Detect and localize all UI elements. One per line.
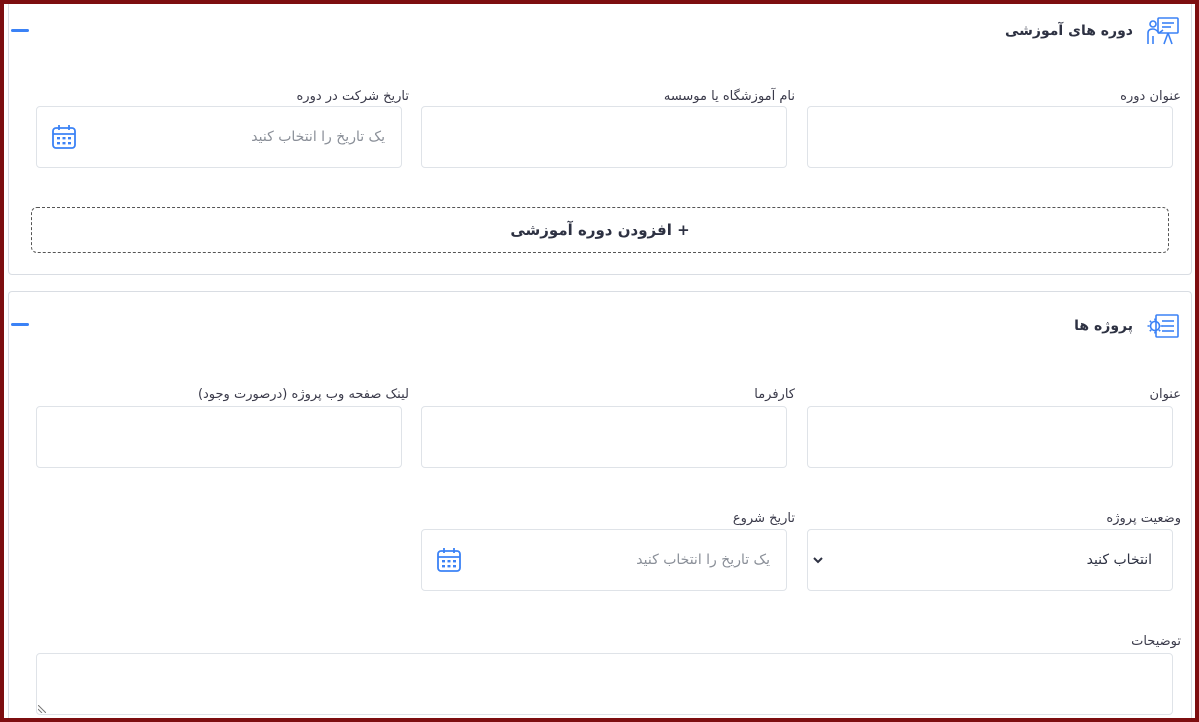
project-status-value: انتخاب کنید <box>1086 552 1152 568</box>
course-date-label: تاریخ شرکت در دوره <box>296 89 409 104</box>
project-link-label: لینک صفحه وب پروژه (درصورت وجود) <box>197 387 409 402</box>
description-label: توضیحات <box>1131 634 1181 649</box>
institute-input[interactable] <box>421 106 787 168</box>
start-date-picker[interactable]: یک تاریخ را انتخاب کنید <box>421 529 787 591</box>
course-date-picker[interactable]: یک تاریخ را انتخاب کنید <box>36 106 402 168</box>
courses-header: دوره های آموزشی <box>1005 15 1181 47</box>
page-frame: دوره های آموزشی عنوان دوره نام آموزشگاه … <box>4 4 1195 718</box>
courses-card: دوره های آموزشی عنوان دوره نام آموزشگاه … <box>8 4 1192 275</box>
start-date-placeholder: یک تاریخ را انتخاب کنید <box>636 552 770 568</box>
project-status-label: وضعیت پروژه <box>1106 511 1181 526</box>
collapse-projects-button[interactable] <box>11 323 29 326</box>
project-link-input[interactable] <box>36 406 402 468</box>
collapse-courses-button[interactable] <box>11 29 29 32</box>
calendar-icon[interactable] <box>51 124 77 150</box>
project-gear-icon <box>1145 310 1181 342</box>
project-title-input[interactable] <box>807 406 1173 468</box>
employer-input[interactable] <box>421 406 787 468</box>
resize-handle-icon[interactable] <box>38 705 46 713</box>
institute-label: نام آموزشگاه یا موسسه <box>663 89 795 104</box>
presentation-icon <box>1145 15 1181 47</box>
description-textarea[interactable] <box>36 653 1173 715</box>
project-status-select[interactable]: انتخاب کنید <box>807 529 1173 591</box>
add-course-button[interactable]: + افزودن دوره آموزشی <box>31 207 1169 253</box>
course-title-label: عنوان دوره <box>1120 89 1181 104</box>
course-title-input[interactable] <box>807 106 1173 168</box>
employer-label: کارفرما <box>754 387 795 402</box>
projects-title: پروژه ها <box>1074 318 1133 334</box>
projects-header: پروژه ها <box>1074 310 1181 342</box>
calendar-icon[interactable] <box>436 547 462 573</box>
courses-title: دوره های آموزشی <box>1005 23 1133 39</box>
course-date-placeholder: یک تاریخ را انتخاب کنید <box>251 129 385 145</box>
start-date-label: تاریخ شروع <box>732 511 795 526</box>
project-title-label: عنوان <box>1149 387 1181 402</box>
chevron-down-icon <box>813 557 823 564</box>
projects-card: پروژه ها عنوان کارفرما لینک صفحه وب پروژ… <box>8 291 1192 718</box>
